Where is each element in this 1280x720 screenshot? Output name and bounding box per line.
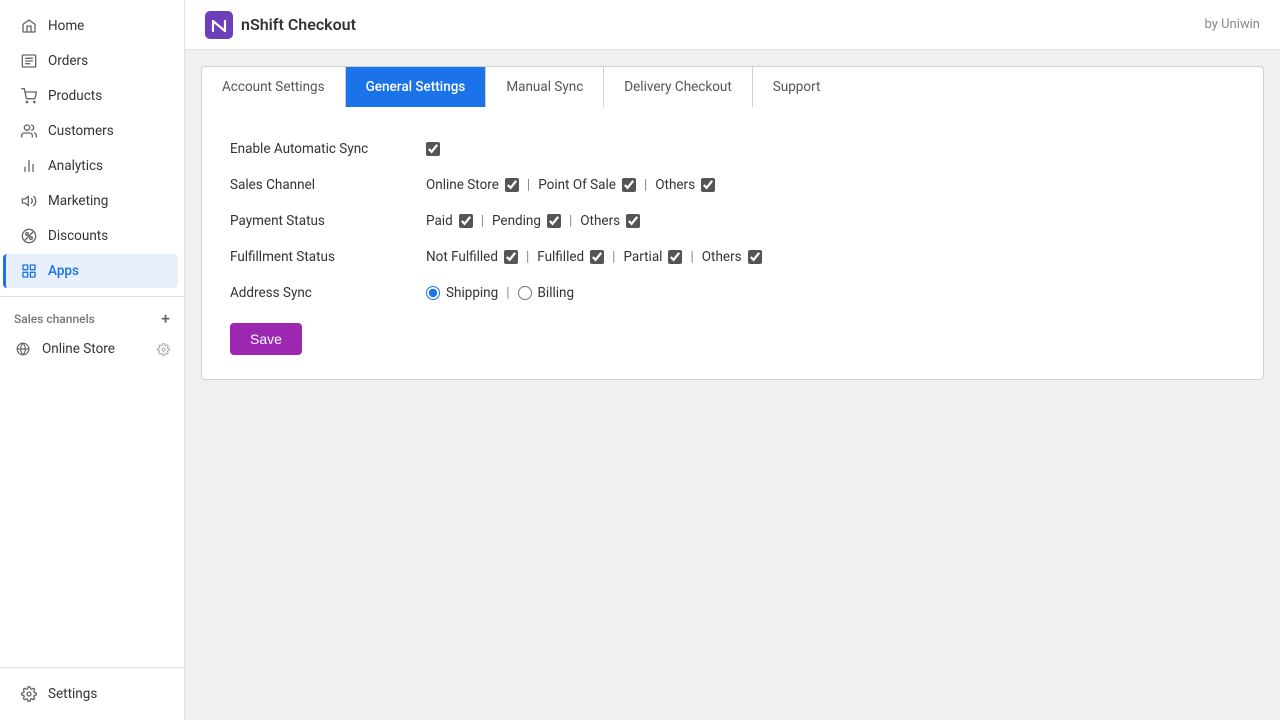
sidebar-item-online-store[interactable]: Online Store [0, 333, 184, 365]
online-store-icon [14, 340, 32, 358]
sales-channel-others-text: Others [655, 177, 695, 193]
products-icon [20, 87, 38, 105]
online-store-settings-icon[interactable] [157, 343, 170, 356]
content-area: Account Settings General Settings Manual… [185, 50, 1280, 720]
orders-icon [20, 52, 38, 70]
address-sync-billing-text: Billing [538, 285, 575, 301]
sidebar-item-settings[interactable]: Settings [6, 677, 178, 711]
sidebar-item-orders-label: Orders [48, 53, 88, 69]
sep1: | [527, 177, 530, 193]
sales-channel-value: Online Store | Point Of Sale | Others [426, 177, 715, 193]
payment-status-paid-checkbox[interactable] [459, 214, 473, 228]
enable-auto-sync-value [426, 142, 440, 156]
app-author: by Uniwin [1205, 17, 1261, 32]
address-sync-billing-radio[interactable] [518, 286, 532, 300]
payment-status-label: Payment Status [230, 213, 410, 229]
sales-channel-pos-checkbox[interactable] [622, 178, 636, 192]
fulfillment-status-row: Fulfillment Status Not Fulfilled | Fulfi… [230, 239, 1235, 275]
tab-delivery-checkout[interactable]: Delivery Checkout [604, 67, 752, 107]
sidebar-item-home[interactable]: Home [6, 9, 178, 43]
fulfillment-not-fulfilled-checkbox[interactable] [504, 250, 518, 264]
payment-status-others-checkbox[interactable] [626, 214, 640, 228]
fulfillment-fulfilled-checkbox[interactable] [590, 250, 604, 264]
app-logo: nShift Checkout [205, 11, 356, 39]
fulfillment-others-text: Others [702, 249, 742, 265]
sidebar-item-home-label: Home [48, 18, 84, 34]
sidebar-item-customers[interactable]: Customers [6, 114, 178, 148]
main-content: nShift Checkout by Uniwin Account Settin… [185, 0, 1280, 720]
enable-auto-sync-checkbox[interactable] [426, 142, 440, 156]
sep8: | [506, 285, 509, 301]
app-name: nShift Checkout [241, 15, 356, 34]
tab-account-settings[interactable]: Account Settings [202, 67, 346, 107]
analytics-icon [20, 157, 38, 175]
discounts-icon [20, 227, 38, 245]
fulfillment-partial-text: Partial [623, 249, 662, 265]
sidebar-item-analytics[interactable]: Analytics [6, 149, 178, 183]
sidebar-item-orders[interactable]: Orders [6, 44, 178, 78]
sidebar-item-customers-label: Customers [48, 123, 114, 139]
apps-icon [20, 262, 38, 280]
sep6: | [612, 249, 615, 265]
sep7: | [690, 249, 693, 265]
sep3: | [481, 213, 484, 229]
payment-status-pending-text: Pending [492, 213, 541, 229]
payment-status-pending-checkbox[interactable] [547, 214, 561, 228]
sep5: | [526, 249, 529, 265]
sidebar-item-discounts[interactable]: Discounts [6, 219, 178, 253]
add-sales-channel-button[interactable]: + [161, 311, 170, 327]
sidebar: Home Orders Products [0, 0, 185, 720]
tab-manual-sync[interactable]: Manual Sync [486, 67, 604, 107]
sidebar-item-apps[interactable]: Apps [3, 254, 178, 288]
fulfillment-not-fulfilled-text: Not Fulfilled [426, 249, 498, 265]
sales-channel-row: Sales Channel Online Store | Point Of Sa… [230, 167, 1235, 203]
sep4: | [569, 213, 572, 229]
app-header: nShift Checkout by Uniwin [185, 0, 1280, 50]
sales-channel-pos-text: Point Of Sale [538, 177, 616, 193]
sidebar-item-products-label: Products [48, 88, 102, 104]
sales-channel-label: Sales Channel [230, 177, 410, 193]
payment-status-paid-text: Paid [426, 213, 453, 229]
address-sync-label: Address Sync [230, 285, 410, 301]
sidebar-item-apps-label: Apps [48, 263, 79, 279]
fulfillment-others-checkbox[interactable] [748, 250, 762, 264]
sidebar-item-settings-label: Settings [48, 686, 97, 702]
sep2: | [644, 177, 647, 193]
save-button[interactable]: Save [230, 323, 302, 355]
sales-channels-section: Sales channels + [0, 305, 184, 333]
payment-status-others-text: Others [580, 213, 620, 229]
address-sync-value: Shipping | Billing [426, 285, 574, 301]
fulfillment-fulfilled-text: Fulfilled [537, 249, 584, 265]
address-sync-shipping-text: Shipping [446, 285, 498, 301]
enable-auto-sync-row: Enable Automatic Sync [230, 131, 1235, 167]
fulfillment-partial-checkbox[interactable] [668, 250, 682, 264]
nshift-logo-icon [205, 11, 233, 39]
sales-channel-online-store-text: Online Store [426, 177, 499, 193]
payment-status-value: Paid | Pending | Others [426, 213, 640, 229]
address-sync-shipping-radio[interactable] [426, 286, 440, 300]
sales-channel-others-checkbox[interactable] [701, 178, 715, 192]
sales-channels-label: Sales channels [14, 312, 95, 326]
online-store-label: Online Store [42, 341, 115, 357]
customers-icon [20, 122, 38, 140]
tab-support[interactable]: Support [753, 67, 841, 107]
home-icon [20, 17, 38, 35]
settings-icon [20, 685, 38, 703]
tab-general-settings[interactable]: General Settings [346, 67, 487, 107]
tabs-bar: Account Settings General Settings Manual… [201, 66, 1264, 107]
settings-panel: Enable Automatic Sync Sales Channel Onli… [201, 107, 1264, 380]
payment-status-row: Payment Status Paid | Pending | Others [230, 203, 1235, 239]
enable-auto-sync-label: Enable Automatic Sync [230, 141, 410, 157]
marketing-icon [20, 192, 38, 210]
fulfillment-status-value: Not Fulfilled | Fulfilled | Partial | Ot… [426, 249, 762, 265]
sidebar-item-marketing[interactable]: Marketing [6, 184, 178, 218]
sidebar-item-analytics-label: Analytics [48, 158, 103, 174]
fulfillment-status-label: Fulfillment Status [230, 249, 410, 265]
sidebar-item-products[interactable]: Products [6, 79, 178, 113]
sidebar-divider [0, 296, 184, 297]
sales-channel-online-store-checkbox[interactable] [505, 178, 519, 192]
sidebar-item-marketing-label: Marketing [48, 193, 108, 209]
address-sync-row: Address Sync Shipping | Billing [230, 275, 1235, 311]
sidebar-item-discounts-label: Discounts [48, 228, 108, 244]
